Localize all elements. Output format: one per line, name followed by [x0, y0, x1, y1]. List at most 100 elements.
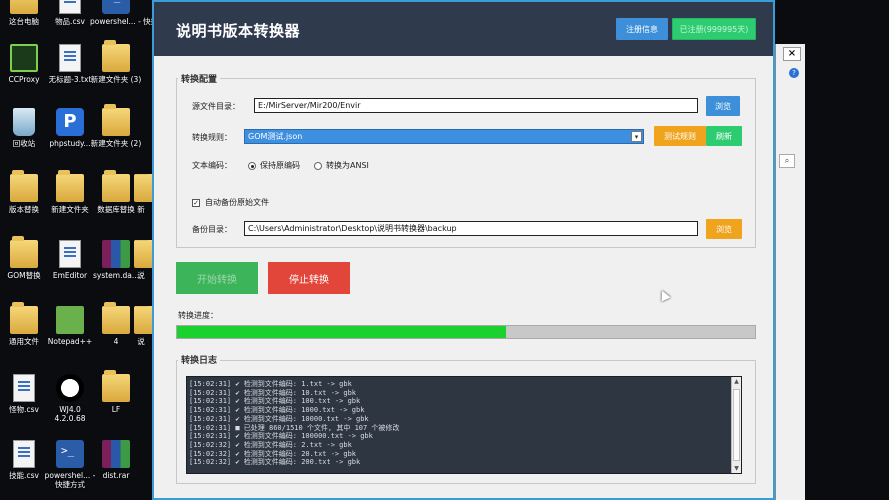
registered-status-button[interactable]: 已注册(999995天)	[672, 18, 756, 40]
emeditor-icon	[59, 240, 81, 268]
desktop-icon[interactable]: WJ4.0 4.2.0.68	[44, 374, 96, 423]
rule-select[interactable]: GOM测试.json ▾	[244, 129, 644, 144]
desktop-icon[interactable]: 回收站	[0, 108, 50, 148]
encoding-keep-label: 保持原编码	[260, 161, 300, 170]
desktop-icon[interactable]: 新建文件夹	[44, 170, 96, 214]
folder-icon	[10, 236, 38, 268]
desktop-icon[interactable]: GOM替换	[0, 236, 50, 280]
archive-icon	[102, 440, 130, 468]
csv-file-icon	[13, 440, 35, 468]
desktop-icon[interactable]: 版本替换	[0, 170, 50, 214]
folder-icon	[56, 170, 84, 202]
source-dir-label: 源文件目录：	[192, 102, 240, 111]
csv-file-icon	[59, 0, 81, 14]
folder-icon	[10, 302, 38, 334]
log-line: [15:02:32] ✔ 检测到文件编码: 2.txt -> gbk	[189, 440, 352, 449]
desktop-icon[interactable]: Pphpstudy...	[44, 108, 96, 148]
background-window	[775, 44, 805, 500]
desktop-icon[interactable]: LF	[90, 370, 142, 414]
archive-icon	[102, 240, 130, 268]
log-line: [15:02:31] ■ 已处理 860/1510 个文件, 其中 107 个被…	[189, 423, 400, 432]
desktop-icon[interactable]: 说	[130, 240, 152, 280]
rule-label: 转换规则：	[192, 133, 232, 142]
folder-icon	[102, 302, 130, 334]
test-rule-button[interactable]: 测试规则	[654, 126, 706, 146]
config-legend: 转换配置	[178, 72, 221, 85]
desktop-icon[interactable]: 无标题-3.txt	[44, 44, 96, 84]
computer-icon	[10, 0, 38, 14]
backup-checkbox-label: 自动备份原始文件	[205, 198, 269, 207]
scroll-thumb[interactable]	[733, 389, 740, 461]
desktop-icon[interactable]: powershel... - 快捷方式	[44, 440, 96, 489]
folder-icon	[102, 370, 130, 402]
close-icon[interactable]: ×	[783, 47, 801, 61]
desktop-icon[interactable]: EmEditor	[44, 240, 96, 280]
log-line: [15:02:32] ✔ 检测到文件编码: 200.txt -> gbk	[189, 458, 361, 467]
notepad-plus-plus-icon	[56, 306, 84, 334]
ccproxy-icon	[10, 44, 38, 72]
desktop-icon[interactable]: 技能.csv	[0, 440, 50, 480]
progress-fill	[177, 326, 507, 338]
powershell-icon	[56, 440, 84, 468]
scroll-down-icon[interactable]: ▼	[732, 464, 741, 473]
yin-yang-icon	[56, 374, 84, 402]
log-line: [15:02:31] ✔ 检测到文件编码: 100000.txt -> gbk	[189, 432, 373, 441]
desktop-icon[interactable]: Notepad++	[44, 306, 96, 346]
powershell-icon	[102, 0, 130, 14]
phpstudy-icon: P	[56, 108, 84, 136]
desktop-icon[interactable]: powershel... - 快捷方式	[90, 0, 173, 26]
backup-dir-input[interactable]: C:\Users\Administrator\Desktop\说明书转换器\ba…	[244, 221, 698, 236]
desktop-icon[interactable]: 通用文件	[0, 302, 50, 346]
log-textarea[interactable]: [15:02:31] ✔ 检测到文件编码: 1.txt -> gbk [15:02…	[186, 376, 742, 474]
backup-browse-button[interactable]: 浏览	[706, 219, 742, 239]
chevron-down-icon[interactable]: ▾	[631, 131, 642, 142]
recycle-bin-icon	[13, 108, 35, 136]
desktop-icon[interactable]: CCProxy	[0, 44, 50, 84]
desktop-icon[interactable]: 这台电脑	[0, 0, 50, 26]
desktop-icon[interactable]: dist.rar	[90, 440, 142, 480]
desktop-icon[interactable]: 怪物.csv	[0, 374, 50, 414]
source-browse-button[interactable]: 浏览	[706, 96, 740, 116]
log-scrollbar[interactable]: ▲ ▼	[731, 377, 741, 473]
csv-file-icon	[13, 374, 35, 402]
backup-dir-label: 备份目录：	[192, 225, 232, 234]
help-icon[interactable]: ?	[789, 68, 799, 78]
text-file-icon	[59, 44, 81, 72]
folder-icon	[134, 174, 152, 202]
window-header: 说明书版本转换器 注册信息 已注册(999995天)	[154, 2, 773, 56]
encoding-ansi-radio[interactable]: 转换为ANSI	[314, 160, 369, 171]
app-title: 说明书版本转换器	[176, 22, 301, 40]
log-line: [15:02:31] ✔ 检测到文件编码: 1.txt -> gbk	[189, 380, 352, 388]
converter-window: 说明书版本转换器 注册信息 已注册(999995天) 转换配置 源文件目录： E…	[152, 0, 775, 500]
search-icon[interactable]: ⌕	[779, 154, 795, 168]
progress-bar	[176, 325, 756, 339]
radio-dot	[314, 161, 322, 170]
refresh-button[interactable]: 刷新	[706, 126, 742, 146]
radio-dot	[248, 161, 256, 170]
source-dir-input[interactable]: E:/MirServer/Mir200/Envir	[254, 98, 698, 113]
folder-icon	[10, 170, 38, 202]
folder-icon	[134, 240, 152, 268]
checkmark-icon: ✓	[192, 198, 200, 207]
scroll-up-icon[interactable]: ▲	[732, 377, 741, 386]
start-convert-button[interactable]: 开始转换	[176, 262, 258, 294]
desktop-icon[interactable]: 说	[130, 306, 152, 346]
folder-icon	[102, 170, 130, 202]
desktop-icon[interactable]: 新建文件夹 (2)	[90, 104, 142, 148]
folder-icon	[102, 40, 130, 72]
stop-convert-button[interactable]: 停止转换	[268, 262, 350, 294]
rule-select-value: GOM测试.json	[248, 132, 303, 141]
folder-icon	[134, 306, 152, 334]
desktop-icon[interactable]: 物品.csv	[44, 0, 96, 26]
progress-label: 转换进度：	[178, 311, 218, 320]
desktop-icon[interactable]: 新建文件夹 (3)	[90, 40, 142, 84]
log-line: [15:02:31] ✔ 检测到文件编码: 10000.txt -> gbk	[189, 414, 369, 423]
register-info-button[interactable]: 注册信息	[616, 18, 668, 40]
log-legend: 转换日志	[178, 353, 221, 366]
encoding-label: 文本编码：	[192, 161, 232, 170]
encoding-keep-radio[interactable]: 保持原编码	[248, 160, 300, 171]
desktop-icon[interactable]: 新	[130, 174, 152, 214]
log-line: [15:02:31] ✔ 检测到文件编码: 100.txt -> gbk	[189, 397, 361, 406]
folder-icon	[102, 104, 130, 136]
backup-checkbox[interactable]: ✓ 自动备份原始文件	[192, 197, 269, 208]
